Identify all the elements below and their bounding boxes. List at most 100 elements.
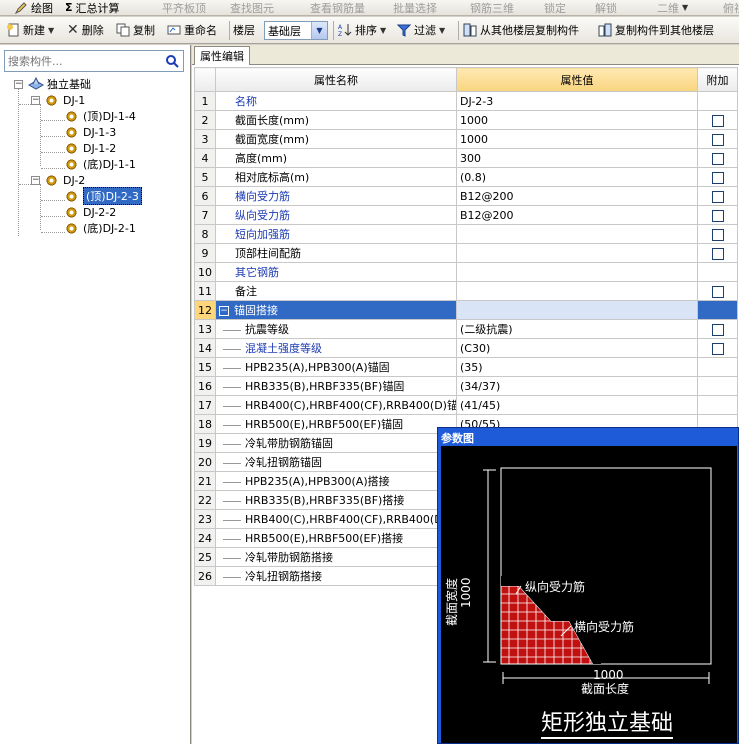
table-row[interactable]: 5 相对底标高(m) (0.8) bbox=[194, 167, 738, 187]
property-name-cell[interactable]: 短向加强筋 bbox=[215, 224, 457, 244]
property-name-cell[interactable]: − 锚固搭接 bbox=[215, 300, 457, 320]
draw-button[interactable]: 绘图 bbox=[14, 0, 53, 15]
property-value-cell[interactable]: (34/37) bbox=[456, 376, 698, 396]
top-view-button[interactable]: 俯视 bbox=[706, 0, 739, 15]
property-value-cell[interactable]: (C30) bbox=[456, 338, 698, 358]
property-name-cell[interactable]: 截面宽度(mm) bbox=[215, 129, 457, 149]
property-value-cell[interactable] bbox=[456, 281, 698, 301]
property-name-cell[interactable]: HRB500(E),HRBF500(EF)锚固 bbox=[215, 414, 457, 434]
align-slab-top-button[interactable]: 平齐板顶 bbox=[145, 0, 206, 15]
rename-button[interactable]: 重命名 bbox=[167, 17, 217, 43]
search-icon[interactable] bbox=[165, 54, 180, 69]
tree-item-dj-1-2[interactable]: DJ-1-2 bbox=[66, 140, 116, 156]
new-button[interactable]: 新建 ▼ bbox=[6, 17, 54, 43]
property-name-cell[interactable]: 备注 bbox=[215, 281, 457, 301]
table-row[interactable]: 6 横向受力筋 B12@200 bbox=[194, 186, 738, 206]
collapse-toggle[interactable]: − bbox=[14, 80, 23, 89]
collapse-toggle[interactable]: − bbox=[31, 96, 40, 105]
property-name-cell[interactable]: 相对底标高(m) bbox=[215, 167, 457, 187]
property-name-cell[interactable]: 横向受力筋 bbox=[215, 186, 457, 206]
property-name-cell[interactable]: 顶部柱间配筋 bbox=[215, 243, 457, 263]
property-name-cell[interactable]: 冷轧扭钢筋搭接 bbox=[215, 566, 457, 586]
table-row[interactable]: 13 抗震等级 (二级抗震) bbox=[194, 319, 738, 339]
property-value-cell[interactable]: 300 bbox=[456, 148, 698, 168]
table-row[interactable]: 15 HPB235(A),HPB300(A)锚固 (35) bbox=[194, 357, 738, 377]
property-value-cell[interactable] bbox=[456, 243, 698, 263]
copy-button[interactable]: 复制 bbox=[116, 17, 155, 43]
property-name-cell[interactable]: 其它钢筋 bbox=[215, 262, 457, 282]
extra-checkbox[interactable] bbox=[711, 247, 724, 260]
extra-checkbox[interactable] bbox=[711, 133, 724, 146]
delete-button[interactable]: ✕ 删除 bbox=[67, 17, 104, 43]
property-name-cell[interactable]: 冷轧带肋钢筋锚固 bbox=[215, 433, 457, 453]
tree-item-dj-1-4[interactable]: (顶)DJ-1-4 bbox=[66, 108, 136, 124]
chevron-down-icon[interactable]: ▼ bbox=[311, 22, 327, 39]
copy-to-other-floor-button[interactable]: 复制构件到其他楼层 bbox=[598, 17, 714, 43]
property-value-cell[interactable] bbox=[456, 224, 698, 244]
tree-group-dj-2[interactable]: DJ-2 bbox=[46, 172, 85, 188]
property-name-cell[interactable]: HRB400(C),HRBF400(CF),RRB400(D)锚 bbox=[215, 395, 457, 415]
property-name-cell[interactable]: 冷轧带肋钢筋搭接 bbox=[215, 547, 457, 567]
property-name-cell[interactable]: 抗震等级 bbox=[215, 319, 457, 339]
property-name-cell[interactable]: 纵向受力筋 bbox=[215, 205, 457, 225]
parameter-diagram-window[interactable]: 参数图 1000 截面宽度 1000 截面长度 纵向受力筋 横向受力筋 矩形独立… bbox=[437, 427, 739, 744]
property-value-cell[interactable] bbox=[456, 262, 698, 282]
property-name-cell[interactable]: 冷轧扭钢筋锚固 bbox=[215, 452, 457, 472]
property-value-cell[interactable]: B12@200 bbox=[456, 186, 698, 206]
property-value-cell[interactable]: (二级抗震) bbox=[456, 319, 698, 339]
property-value-cell[interactable]: 1000 bbox=[456, 110, 698, 130]
search-input[interactable] bbox=[5, 51, 155, 71]
table-row[interactable]: 1 名称 DJ-2-3 bbox=[194, 91, 738, 111]
tree-item-dj-1-1[interactable]: (底)DJ-1-1 bbox=[66, 156, 136, 172]
table-row[interactable]: 11 备注 bbox=[194, 281, 738, 301]
unlock-button[interactable]: 解锁 bbox=[578, 0, 617, 15]
tree-group-dj-1[interactable]: DJ-1 bbox=[46, 92, 85, 108]
summary-calc-button[interactable]: Σ 汇总计算 bbox=[65, 0, 120, 15]
table-row[interactable]: 9 顶部柱间配筋 bbox=[194, 243, 738, 263]
table-row[interactable]: 16 HRB335(B),HRBF335(BF)锚固 (34/37) bbox=[194, 376, 738, 396]
table-row[interactable]: 8 短向加强筋 bbox=[194, 224, 738, 244]
table-row[interactable]: 10 其它钢筋 bbox=[194, 262, 738, 282]
table-row[interactable]: 2 截面长度(mm) 1000 bbox=[194, 110, 738, 130]
extra-checkbox[interactable] bbox=[711, 152, 724, 165]
property-value-cell[interactable]: (0.8) bbox=[456, 167, 698, 187]
property-name-cell[interactable]: HRB335(B),HRBF335(BF)搭接 bbox=[215, 490, 457, 510]
tree-item-dj-2-1[interactable]: (底)DJ-2-1 bbox=[66, 220, 136, 236]
table-row[interactable]: 3 截面宽度(mm) 1000 bbox=[194, 129, 738, 149]
property-value-cell[interactable]: B12@200 bbox=[456, 205, 698, 225]
extra-checkbox[interactable] bbox=[711, 190, 724, 203]
tree-item-dj-2-2[interactable]: DJ-2-2 bbox=[66, 204, 116, 220]
tab-property-edit[interactable]: 属性编辑 bbox=[194, 46, 250, 65]
extra-checkbox[interactable] bbox=[711, 228, 724, 241]
rebar-3d-button[interactable]: 钢筋三维 bbox=[453, 0, 514, 15]
collapse-toggle[interactable]: − bbox=[31, 176, 40, 185]
extra-checkbox[interactable] bbox=[711, 285, 724, 298]
property-name-cell[interactable]: HRB500(E),HRBF500(EF)搭接 bbox=[215, 528, 457, 548]
table-row[interactable]: 17 HRB400(C),HRBF400(CF),RRB400(D)锚 (41/45… bbox=[194, 395, 738, 415]
tree-item-dj-1-3[interactable]: DJ-1-3 bbox=[66, 124, 116, 140]
table-row[interactable]: 4 高度(mm) 300 bbox=[194, 148, 738, 168]
property-value-cell[interactable]: (41/45) bbox=[456, 395, 698, 415]
collapse-icon[interactable]: − bbox=[219, 306, 229, 316]
property-name-cell[interactable]: HPB235(A),HPB300(A)锚固 bbox=[215, 357, 457, 377]
copy-from-other-floor-button[interactable]: 从其他楼层复制构件 bbox=[463, 17, 579, 43]
table-row[interactable]: 14 混凝土强度等级 (C30) bbox=[194, 338, 738, 358]
property-value-cell[interactable]: (35) bbox=[456, 357, 698, 377]
extra-checkbox[interactable] bbox=[711, 171, 724, 184]
filter-button[interactable]: 过滤 ▼ bbox=[396, 17, 445, 43]
tree-item-dj-2-3[interactable]: (顶)DJ-2-3 bbox=[66, 187, 142, 205]
property-name-cell[interactable]: 高度(mm) bbox=[215, 148, 457, 168]
batch-select-button[interactable]: 批量选择 bbox=[376, 0, 437, 15]
view-rebar-button[interactable]: 查看钢筋量 bbox=[293, 0, 365, 15]
property-name-cell[interactable]: HRB400(C),HRBF400(CF),RRB400(D)搭 bbox=[215, 509, 457, 529]
property-name-cell[interactable]: 混凝土强度等级 bbox=[215, 338, 457, 358]
property-value-cell[interactable]: 1000 bbox=[456, 129, 698, 149]
sort-button[interactable]: AZ 排序 ▼ bbox=[338, 17, 386, 43]
floor-select[interactable]: 基础层 ▼ bbox=[264, 21, 328, 40]
lock-button[interactable]: 锁定 bbox=[527, 0, 566, 15]
property-name-cell[interactable]: 截面长度(mm) bbox=[215, 110, 457, 130]
property-value-cell[interactable]: DJ-2-3 bbox=[456, 91, 698, 111]
table-group-row[interactable]: 12− 锚固搭接 bbox=[194, 300, 738, 320]
tree-root-isolated-foundation[interactable]: 独立基础 bbox=[27, 76, 91, 92]
extra-checkbox[interactable] bbox=[711, 323, 724, 336]
